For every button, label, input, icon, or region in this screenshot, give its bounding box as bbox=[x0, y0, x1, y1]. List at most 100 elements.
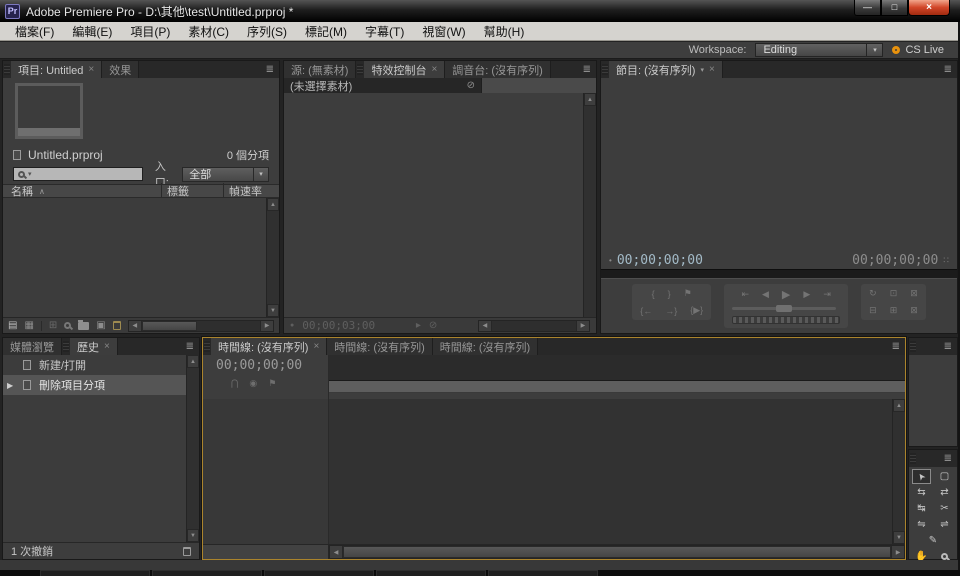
scroll-up-icon[interactable]: ▲ bbox=[267, 198, 279, 211]
rolling-edit-tool-icon[interactable]: ⇄ bbox=[935, 485, 954, 500]
scroll-down-icon[interactable]: ▼ bbox=[267, 304, 279, 317]
scroll-right-icon[interactable]: ▶ bbox=[891, 546, 904, 558]
close-button[interactable]: × bbox=[908, 0, 950, 16]
tab-source[interactable]: 源: (無素材) bbox=[284, 61, 356, 78]
step-back-icon[interactable]: ◀ bbox=[762, 289, 769, 300]
column-framerate[interactable]: 幀速率 bbox=[223, 183, 279, 199]
set-marker-icon[interactable]: ⚑ bbox=[684, 288, 692, 299]
tab-effects[interactable]: 效果 bbox=[102, 61, 139, 78]
scroll-left-icon[interactable]: ◀ bbox=[330, 546, 343, 558]
ripple-edit-tool-icon[interactable]: ⇆ bbox=[912, 485, 931, 500]
go-to-in-icon[interactable]: {← bbox=[640, 306, 652, 316]
maximize-button[interactable]: □ bbox=[881, 0, 908, 16]
slip-tool-icon[interactable]: ⇋ bbox=[912, 517, 931, 532]
column-label[interactable]: 標籤 bbox=[161, 183, 223, 199]
icon-view-icon[interactable]: ▦ bbox=[24, 320, 33, 331]
set-out-point-icon[interactable]: } bbox=[668, 289, 671, 299]
jog-dial[interactable] bbox=[732, 316, 840, 324]
effect-controls-empty[interactable] bbox=[284, 93, 583, 317]
scrollbar-thumb[interactable] bbox=[142, 321, 197, 331]
entry-filter-dropdown[interactable]: 全部 ▾ bbox=[182, 167, 269, 182]
panel-grip[interactable] bbox=[4, 64, 10, 75]
column-name[interactable]: 名稱 ∧ bbox=[3, 183, 161, 199]
encore-marker-icon[interactable]: ◉ bbox=[249, 378, 257, 389]
slide-tool-icon[interactable]: ⇌ bbox=[935, 517, 954, 532]
menu-marker[interactable]: 標記(M) bbox=[296, 22, 356, 41]
automate-to-sequence-icon[interactable]: ⊞ bbox=[49, 320, 57, 331]
project-vertical-scrollbar[interactable]: ▲ ▼ bbox=[266, 198, 279, 317]
close-icon[interactable]: × bbox=[88, 64, 94, 75]
panel-grip[interactable] bbox=[910, 453, 916, 464]
scroll-left-icon[interactable]: ◀ bbox=[129, 321, 142, 331]
panel-grip[interactable] bbox=[63, 341, 69, 352]
shuttle-knob[interactable] bbox=[776, 305, 792, 312]
close-icon[interactable]: × bbox=[431, 64, 437, 75]
play-in-to-out-icon[interactable]: {▶} bbox=[690, 305, 703, 316]
scrollbar-thumb[interactable] bbox=[343, 546, 891, 558]
taskbar-button[interactable] bbox=[264, 570, 374, 576]
scroll-up-icon[interactable]: ▲ bbox=[187, 355, 199, 368]
play-button-icon[interactable]: ▶ bbox=[782, 288, 790, 301]
scroll-right-icon[interactable]: ▶ bbox=[260, 321, 273, 331]
shuttle-slider[interactable] bbox=[732, 307, 836, 310]
workspace-dropdown[interactable]: Editing ▾ bbox=[755, 43, 883, 57]
history-entry[interactable]: 新建/打開 bbox=[3, 355, 186, 375]
effect-controls-vertical-scrollbar[interactable]: ▲ bbox=[583, 93, 596, 317]
go-to-next-edit-icon[interactable]: ⇥ bbox=[823, 289, 831, 300]
effect-controls-timecode[interactable]: 00;00;03;00 bbox=[302, 319, 375, 332]
program-video-area[interactable] bbox=[601, 78, 957, 252]
rate-stretch-tool-icon[interactable]: ↹ bbox=[912, 501, 931, 516]
menu-file[interactable]: 檔案(F) bbox=[6, 22, 63, 41]
taskbar-button[interactable] bbox=[152, 570, 262, 576]
sequence-marker-icon[interactable]: ⚑ bbox=[268, 378, 276, 389]
project-horizontal-scrollbar[interactable]: ◀ ▶ bbox=[128, 320, 274, 332]
tab-effect-controls[interactable]: 特效控制台 × bbox=[364, 61, 445, 78]
panel-menu-icon[interactable]: ≣ bbox=[887, 338, 905, 355]
menu-sequence[interactable]: 序列(S) bbox=[238, 22, 296, 41]
menu-title[interactable]: 字幕(T) bbox=[356, 22, 413, 41]
track-select-tool-icon[interactable]: ▢ bbox=[935, 469, 954, 484]
minimize-button[interactable]: — bbox=[854, 0, 881, 16]
go-to-out-icon[interactable]: →} bbox=[665, 306, 677, 316]
scroll-up-icon[interactable]: ▲ bbox=[893, 399, 905, 412]
chevron-down-icon[interactable]: ▾ bbox=[700, 66, 704, 74]
safe-margins-icon[interactable]: ⊡ bbox=[890, 288, 898, 299]
export-frame-icon[interactable]: ⊠ bbox=[910, 305, 918, 316]
panel-grip[interactable] bbox=[910, 341, 916, 352]
delete-redoable-icon[interactable] bbox=[183, 547, 191, 556]
scroll-left-icon[interactable]: ◀ bbox=[479, 321, 492, 331]
panel-grip[interactable] bbox=[602, 64, 608, 75]
panel-menu-icon[interactable]: ≣ bbox=[939, 61, 957, 78]
cs-live-button[interactable]: CS Live bbox=[892, 44, 944, 56]
search-caret-icon[interactable]: ▾ bbox=[28, 170, 32, 178]
new-item-icon[interactable]: ▣ bbox=[96, 320, 105, 331]
scroll-right-icon[interactable]: ▶ bbox=[576, 321, 589, 331]
menu-clip[interactable]: 素材(C) bbox=[179, 22, 238, 41]
timeline-vertical-scrollbar[interactable]: ▲ ▼ bbox=[892, 399, 905, 544]
mini-timeline-header[interactable] bbox=[481, 78, 596, 93]
pen-tool-icon[interactable]: ✎ bbox=[924, 533, 943, 548]
effect-controls-horizontal-scrollbar[interactable]: ◀ ▶ bbox=[478, 320, 590, 332]
project-preview-thumbnail[interactable] bbox=[15, 83, 83, 139]
close-icon[interactable]: × bbox=[104, 341, 110, 352]
menu-window[interactable]: 視窗(W) bbox=[413, 22, 474, 41]
timeline-tracks-area[interactable] bbox=[329, 399, 892, 544]
tab-timeline-1[interactable]: 時間線: (沒有序列) × bbox=[211, 338, 327, 355]
tab-timeline-2[interactable]: 時間線: (沒有序列) bbox=[327, 338, 432, 355]
loop-icon[interactable]: ↻ bbox=[869, 288, 877, 299]
close-icon[interactable]: × bbox=[709, 64, 715, 75]
loop-icon[interactable]: ⊘ bbox=[429, 320, 437, 331]
new-bin-icon[interactable] bbox=[78, 322, 89, 330]
play-icon[interactable]: ▸ bbox=[416, 320, 421, 331]
go-to-previous-edit-icon[interactable]: ⇤ bbox=[741, 289, 749, 300]
tab-audio-mixer[interactable]: 調音台: (沒有序列) bbox=[445, 61, 550, 78]
lift-icon[interactable]: ⊟ bbox=[869, 305, 877, 316]
razor-tool-icon[interactable]: ✂ bbox=[935, 501, 954, 516]
chevron-down-icon[interactable]: ▾ bbox=[866, 44, 882, 56]
panel-menu-icon[interactable]: ≣ bbox=[939, 338, 957, 355]
project-list-empty[interactable] bbox=[3, 198, 266, 317]
program-current-timecode[interactable]: 00;00;00;00 bbox=[617, 253, 703, 268]
timeline-track-headers[interactable] bbox=[203, 399, 329, 544]
scroll-down-icon[interactable]: ▼ bbox=[187, 529, 199, 542]
clear-trash-icon[interactable] bbox=[113, 321, 121, 330]
